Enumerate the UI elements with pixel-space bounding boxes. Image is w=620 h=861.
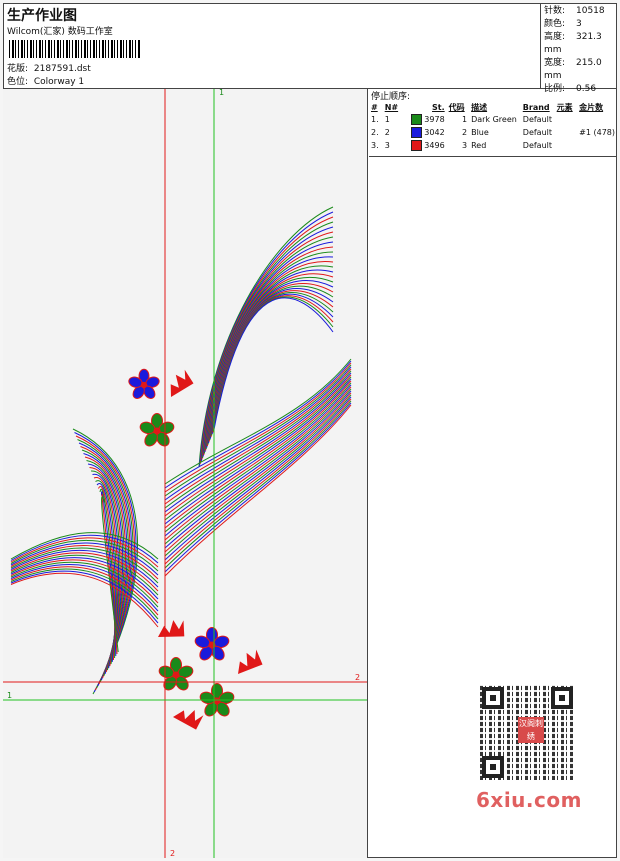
seal-stamp: 汉阁刺绣 [518, 717, 544, 743]
colorway-value: Colorway 1 [33, 77, 85, 87]
guide-label-h1: 1 [7, 691, 12, 700]
color-swatch [411, 140, 423, 151]
row-index: 2. [371, 128, 379, 137]
flower [128, 368, 160, 399]
red-sprig [170, 369, 194, 397]
stitch-strand [10, 568, 159, 620]
col-header: St. [432, 102, 445, 112]
width-label: 宽度: [544, 58, 566, 68]
stitch-count: 3042 [424, 128, 445, 137]
row-elem [555, 126, 577, 139]
qr-finder [482, 687, 504, 709]
col-header: Brand [522, 102, 550, 112]
table-row: 1. 1 3978 1 Dark Green Default [369, 113, 617, 126]
row-brand: Default [522, 115, 553, 124]
embroidery-artwork: 1 2 1 2 [3, 89, 367, 858]
colors-value: 3 [576, 19, 582, 29]
flower-group [128, 368, 263, 730]
flower [194, 627, 230, 661]
row-index: 3. [371, 141, 379, 150]
watermark-logo: 汉阁刺绣 6xiu.com [470, 680, 585, 820]
row-desc: Dark Green [471, 115, 517, 124]
col-header: # [371, 102, 378, 112]
row-stitches: 3042 [409, 126, 446, 139]
row-elem [555, 139, 577, 152]
row-stitches: 3978 [409, 113, 446, 126]
stats-list: 针数: 10518 颜色: 3 高度: 321.3 mm 宽度: 215.0 mm 比例… [544, 5, 617, 96]
row-stitches: 3496 [409, 139, 446, 152]
row-seq [577, 113, 617, 126]
stitch-strand [164, 364, 352, 497]
row-desc: Red [471, 141, 487, 150]
stitch-strand [199, 211, 334, 466]
colorway-label: 色位: [7, 77, 29, 87]
red-sprig [173, 710, 204, 730]
color-swatch [411, 114, 423, 125]
flower-center [140, 381, 148, 389]
stitch-strand [164, 384, 352, 537]
stitch-strand [164, 382, 352, 533]
flower [158, 657, 194, 691]
qr-finder [551, 687, 573, 709]
flower [199, 683, 235, 717]
row-index: 1. [371, 115, 379, 124]
guide-label-v2: 2 [170, 849, 175, 858]
stitch-strand [208, 283, 334, 442]
col-header: 金片数 [579, 102, 604, 112]
row-desc: Blue [471, 128, 489, 137]
col-header: 元素 [556, 102, 573, 112]
stitches-value: 10518 [576, 6, 605, 16]
red-sprig [158, 620, 185, 637]
guide-label-v1: 1 [219, 89, 224, 97]
stop-sequence-panel: 停止顺序: # N# St. 代码 描述 Brand 元素 金片数 1. 1 3… [369, 89, 617, 157]
row-code: 2 [461, 128, 468, 137]
row-number: 1 [384, 115, 390, 124]
table-row: 3. 3 3496 3 Red Default [369, 139, 617, 152]
row-elem [555, 113, 577, 126]
row-brand: Default [522, 141, 553, 150]
studio-subtitle: Wilcom(汇家) 数码工作室 [7, 27, 113, 37]
row-code: 3 [461, 141, 468, 150]
row-seq: #1 (478) [579, 128, 615, 137]
barcode [9, 40, 141, 58]
stitches-label: 针数: [544, 6, 566, 16]
sheet-title: 生产作业图 [7, 8, 77, 24]
height-label: 高度: [544, 32, 566, 42]
flower-center [172, 671, 180, 679]
colorway-row: 色位: Colorway 1 [7, 74, 84, 87]
file-label: 花版: [7, 64, 29, 74]
qr-code: 汉阁刺绣 [480, 685, 575, 780]
guide-label-h2: 2 [355, 673, 360, 682]
file-value: 2187591.dst [33, 64, 91, 74]
table-header-row: # N# St. 代码 描述 Brand 元素 金片数 [369, 101, 617, 113]
header-panel: 生产作业图 Wilcom(汇家) 数码工作室 花版: 2187591.dst 色… [3, 3, 541, 89]
stitch-count: 3496 [424, 141, 445, 150]
table-row: 2. 2 3042 2 Blue Default #1 (478) [369, 126, 617, 139]
flower-center [213, 697, 221, 705]
design-preview: 1 2 1 2 [3, 89, 368, 858]
col-header: 描述 [471, 102, 488, 112]
watermark-brand: 6xiu.com [476, 788, 582, 812]
row-brand: Default [522, 128, 553, 137]
stitch-count: 3978 [424, 115, 445, 124]
row-number: 3 [384, 141, 390, 150]
qr-finder [482, 756, 504, 778]
flower-center [153, 427, 161, 435]
col-header: N# [384, 102, 399, 112]
row-code: 1 [461, 115, 468, 124]
color-swatch [411, 127, 423, 138]
colors-label: 颜色: [544, 19, 566, 29]
stitch-strand [164, 402, 352, 573]
col-header: 代码 [448, 102, 465, 112]
stitch-strand [212, 296, 334, 432]
flower [139, 413, 175, 447]
file-row: 花版: 2187591.dst [7, 61, 91, 74]
row-number: 2 [384, 128, 390, 137]
stats-panel: 针数: 10518 颜色: 3 高度: 321.3 mm 宽度: 215.0 mm 比例… [541, 3, 617, 94]
red-sprig [238, 649, 263, 674]
leaf-strands [10, 206, 352, 695]
row-seq [577, 139, 617, 152]
stop-sequence-table: # N# St. 代码 描述 Brand 元素 金片数 1. 1 3978 1 … [369, 101, 617, 152]
